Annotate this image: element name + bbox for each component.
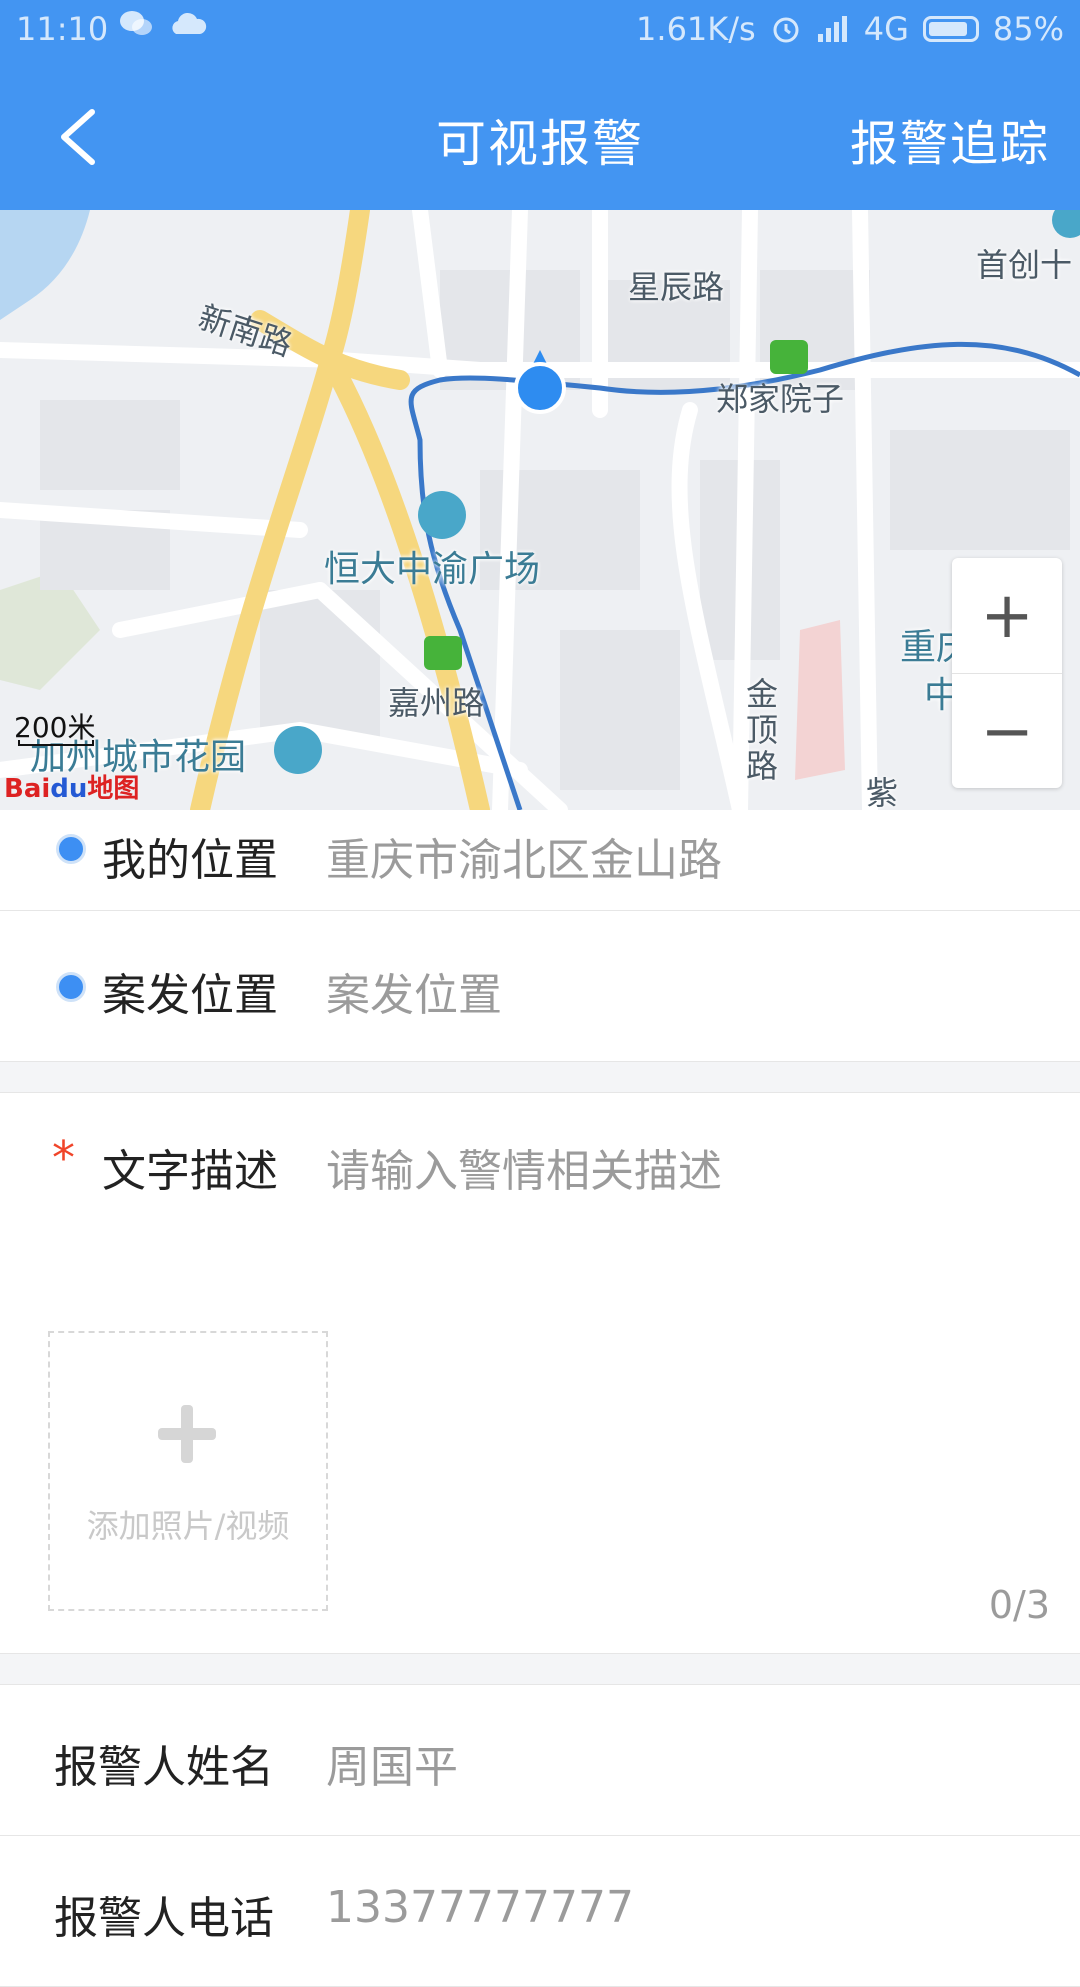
battery-level: 85%	[992, 10, 1064, 48]
alarm-tracking-button[interactable]: 报警追踪	[850, 104, 1050, 174]
map-label-xingchen-road: 星辰路	[628, 268, 725, 306]
status-time: 11:10	[16, 10, 109, 48]
description-input[interactable]: 请输入警情相关描述	[326, 1135, 722, 1199]
add-media-button[interactable]: 添加照片/视频	[48, 1331, 328, 1611]
reporter-name-label: 报警人姓名	[54, 1742, 274, 1793]
wechat-icon	[118, 8, 154, 40]
description-label: 文字描述	[102, 1146, 278, 1197]
network-type: 4G	[863, 10, 909, 48]
my-location-row[interactable]: 我的位置 重庆市渝北区金山路	[0, 810, 1080, 911]
map-label-zi: 紫	[866, 774, 899, 810]
map-label-jiazhou-road: 嘉州路	[388, 684, 485, 722]
map-scale-bar	[18, 740, 94, 746]
map-label-jinding-road: 金顶路	[746, 675, 779, 785]
map-canvas	[0, 210, 1080, 810]
map-view[interactable]: 星辰路 首创十 新南路 郑家院子 恒大中渝广场 嘉州路 加州城市花园 金顶路 紫…	[0, 210, 1080, 810]
signal-icon	[816, 14, 850, 44]
incident-location-label: 案发位置	[102, 970, 278, 1021]
reporter-phone-input[interactable]: 13377777777	[326, 1882, 634, 1933]
status-bar: 11:10 1.61K/s 4G 85%	[0, 0, 1080, 62]
reporter-phone-label: 报警人电话	[54, 1893, 274, 1944]
description-section: * 文字描述 请输入警情相关描述 添加照片/视频 0/3	[0, 1093, 1080, 1654]
map-label-shouchuang: 首创十	[976, 246, 1073, 284]
incident-location-row[interactable]: 案发位置 案发位置	[0, 911, 1080, 1062]
battery-icon	[922, 16, 979, 42]
map-label-zhengjia-yuanzi: 郑家院子	[716, 380, 845, 418]
alarm-form: 我的位置 重庆市渝北区金山路 案发位置 案发位置 * 文字描述 请输入警情相关描…	[0, 810, 1080, 1987]
zoom-out-button[interactable]: −	[952, 673, 1062, 789]
baidu-map-logo: Baidu地图	[4, 774, 140, 804]
media-count: 0/3	[988, 1583, 1050, 1627]
add-media-label: 添加照片/视频	[86, 1507, 290, 1545]
location-dot-icon	[56, 972, 86, 1002]
my-location-label: 我的位置	[102, 835, 278, 886]
section-divider	[0, 1654, 1080, 1685]
location-dot-icon	[56, 834, 86, 864]
map-label-hengda-plaza: 恒大中渝广场	[324, 549, 541, 590]
network-speed: 1.61K/s	[636, 10, 756, 48]
incident-location-input[interactable]: 案发位置	[326, 959, 502, 1023]
nav-bar: 可视报警 报警追踪	[0, 62, 1080, 210]
section-divider	[0, 1062, 1080, 1093]
zoom-in-button[interactable]: +	[952, 558, 1062, 673]
required-star-icon: *	[52, 1131, 75, 1185]
plus-icon	[158, 1405, 216, 1463]
cloud-icon	[168, 8, 208, 40]
reporter-name-row[interactable]: 报警人姓名 周国平	[0, 1685, 1080, 1836]
alarm-icon	[770, 13, 802, 45]
reporter-phone-row[interactable]: 报警人电话 13377777777	[0, 1836, 1080, 1987]
my-location-value: 重庆市渝北区金山路	[326, 835, 722, 886]
map-zoom-control: + −	[952, 558, 1062, 788]
reporter-name-input[interactable]: 周国平	[326, 1731, 458, 1795]
